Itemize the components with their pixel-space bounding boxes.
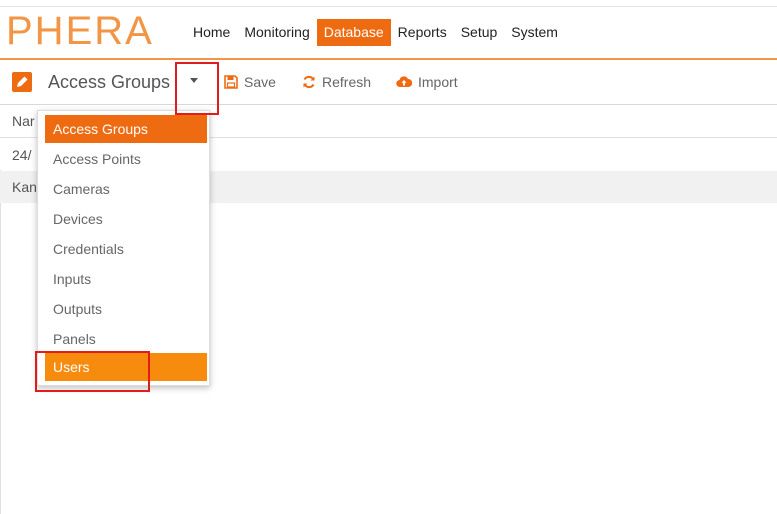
- save-button[interactable]: Save: [224, 74, 276, 90]
- nav-home[interactable]: Home: [186, 19, 237, 46]
- main-nav: Home Monitoring Database Reports Setup S…: [186, 19, 565, 46]
- annotation-highlight-caret: [175, 62, 219, 115]
- pencil-edit-icon: [12, 72, 32, 92]
- column-header-name[interactable]: Nar: [12, 113, 35, 129]
- menu-item-panels[interactable]: Panels: [45, 325, 207, 353]
- refresh-button[interactable]: Refresh: [302, 74, 371, 90]
- row-name: Kan: [12, 179, 37, 195]
- import-button[interactable]: Import: [396, 74, 458, 90]
- page-title: Access Groups: [48, 72, 171, 92]
- import-label: Import: [418, 74, 458, 90]
- view-selector-dropdown: Access Groups Access Points Cameras Devi…: [37, 110, 210, 386]
- menu-item-access-groups[interactable]: Access Groups: [45, 115, 207, 143]
- nav-system[interactable]: System: [504, 19, 565, 46]
- save-label: Save: [244, 74, 276, 90]
- top-divider: [0, 6, 777, 7]
- menu-item-devices[interactable]: Devices: [45, 205, 207, 233]
- menu-item-outputs[interactable]: Outputs: [45, 295, 207, 323]
- menu-item-access-points[interactable]: Access Points: [45, 145, 207, 173]
- annotation-highlight-users: [35, 351, 150, 392]
- nav-setup[interactable]: Setup: [454, 19, 505, 46]
- refresh-icon: [303, 75, 315, 89]
- nav-monitoring[interactable]: Monitoring: [237, 19, 316, 46]
- menu-item-inputs[interactable]: Inputs: [45, 265, 207, 293]
- refresh-label: Refresh: [322, 74, 372, 90]
- logo-text: PHERA: [6, 11, 154, 51]
- floppy-disk-icon: [224, 75, 238, 89]
- nav-database[interactable]: Database: [316, 19, 391, 46]
- phera-logo[interactable]: PHERA: [6, 11, 178, 51]
- nav-reports[interactable]: Reports: [391, 19, 454, 46]
- row-name: 24/: [12, 147, 32, 163]
- cloud-upload-icon: [396, 76, 412, 88]
- menu-item-cameras[interactable]: Cameras: [45, 175, 207, 203]
- menu-item-credentials[interactable]: Credentials: [45, 235, 207, 263]
